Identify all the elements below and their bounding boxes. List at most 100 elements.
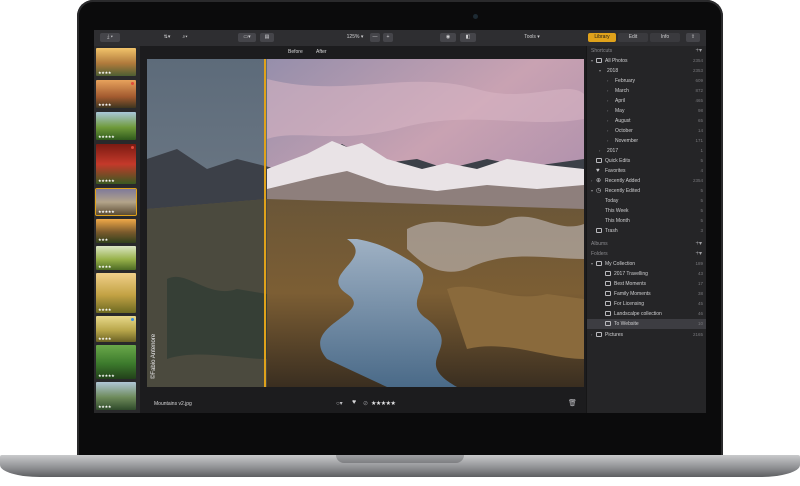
add-icon[interactable]: +▾ — [695, 46, 702, 56]
thumbnail[interactable]: ★★★★ — [96, 382, 136, 410]
sidebar-item-folder-selected[interactable]: To Website 10 — [587, 319, 706, 329]
sidebar-item-folder[interactable]: For Licensing 45 — [587, 299, 706, 309]
sidebar-item-this-week[interactable]: This Week 5 — [587, 206, 706, 216]
preview-button[interactable]: ◉ — [440, 33, 456, 42]
section-title: Folders — [591, 251, 608, 257]
sidebar-item-folder[interactable]: Landscalpe collection 46 — [587, 309, 706, 319]
sidebar-item-may[interactable]: › May 98 — [587, 106, 706, 116]
thumbnail-rating: ★★★★ — [98, 404, 112, 409]
sidebar-item-label: This Week — [605, 208, 629, 214]
sidebar-item-recently-edited[interactable]: ▾ ◷ Recently Edited 5 — [587, 186, 706, 196]
add-icon[interactable]: +▾ — [695, 249, 702, 259]
sidebar-item-recently-added[interactable]: › ⊕ Recently Added 2354 — [587, 176, 706, 186]
reject-icon[interactable]: ⊘ — [363, 400, 368, 407]
thumbnail[interactable]: ★★★★ — [96, 273, 136, 313]
before-after-divider[interactable] — [264, 59, 266, 387]
chevron-down-icon[interactable]: ▾ — [591, 259, 593, 269]
chevron-right-icon[interactable]: › — [599, 146, 600, 156]
split-view-button[interactable]: ◧ — [460, 33, 476, 42]
chevron-right-icon[interactable]: › — [607, 136, 608, 146]
sidebar-item-my-collection[interactable]: ▾ My Collection 189 — [587, 259, 706, 269]
item-count: 2165 — [692, 332, 703, 337]
chevron-right-icon[interactable]: › — [607, 76, 608, 86]
sidebar-item-2018[interactable]: ▾ 2018 2353 — [587, 66, 706, 76]
thumbnail[interactable]: ★★★★ — [96, 246, 136, 270]
flag-icon[interactable]: ○▾ — [336, 400, 343, 407]
photos-icon — [596, 58, 602, 63]
sidebar-item-august[interactable]: › August 65 — [587, 116, 706, 126]
sidebar-item-folder[interactable]: Family Moments 38 — [587, 289, 706, 299]
sidebar-item-today[interactable]: Today 5 — [587, 196, 706, 206]
sidebar-item-label: 2018 — [607, 68, 619, 74]
thumbnail[interactable]: ★★★★★ — [96, 144, 136, 184]
tab-library-label: Library — [594, 34, 610, 40]
folder-icon — [596, 332, 602, 337]
sidebar-item-trash[interactable]: Trash 3 — [587, 226, 706, 236]
add-icon[interactable]: +▾ — [695, 239, 702, 249]
sidebar-item-this-month[interactable]: This Month 5 — [587, 216, 706, 226]
sidebar-item-february[interactable]: › February 609 — [587, 76, 706, 86]
chevron-right-icon[interactable]: › — [607, 116, 608, 126]
sidebar-item-label: February — [615, 78, 636, 84]
favorite-heart-icon[interactable]: ♥ — [352, 399, 356, 406]
folder-icon — [605, 291, 611, 296]
chevron-right-icon[interactable]: › — [591, 330, 592, 340]
zoom-select[interactable]: 125% ▾ — [342, 33, 368, 42]
layout-button[interactable]: ▭▾ — [238, 33, 256, 42]
chevron-right-icon[interactable]: › — [591, 176, 592, 186]
item-count: 17 — [697, 281, 703, 286]
chevron-right-icon[interactable]: › — [607, 126, 608, 136]
sidebar-item-pictures[interactable]: › Pictures 2165 — [587, 330, 706, 340]
zoom-out-button[interactable]: — — [370, 33, 380, 42]
thumbnail[interactable]: ★★★★ — [96, 316, 136, 342]
thumbnail[interactable]: ★★★ — [96, 219, 136, 243]
zoom-level: 125% — [346, 34, 360, 40]
sidebar-item-folder[interactable]: 2017 Travelling 43 — [587, 269, 706, 279]
tools-menu[interactable]: Tools ▾ — [520, 33, 544, 42]
thumbnail-rating: ★★★★★ — [98, 178, 115, 183]
sidebar-item-label: May — [615, 108, 625, 114]
tab-edit[interactable]: Edit — [618, 33, 648, 42]
item-count: 189 — [695, 261, 703, 266]
sidebar-item-label: November — [615, 138, 639, 144]
thumbnail[interactable]: ★★★★ — [96, 48, 136, 76]
search-button[interactable]: ⌕▾ — [178, 33, 192, 42]
import-button[interactable]: ⤓ ▾ — [100, 33, 120, 42]
chevron-down-icon: ▾ — [359, 34, 364, 40]
chevron-down-icon[interactable]: ▾ — [591, 186, 593, 196]
chevron-right-icon[interactable]: › — [607, 86, 608, 96]
sidebar-item-all-photos[interactable]: ▾ All Photos 2354 — [587, 56, 706, 66]
sidebar-item-favorites[interactable]: ♥ Favorites 4 — [587, 166, 706, 176]
zoom-in-button[interactable]: + — [383, 33, 393, 42]
chevron-right-icon[interactable]: › — [607, 96, 608, 106]
sidebar-item-november[interactable]: › November 171 — [587, 136, 706, 146]
chevron-down-icon[interactable]: ▾ — [591, 56, 593, 66]
sidebar-item-folder[interactable]: Best Moments 17 — [587, 279, 706, 289]
base-notch — [336, 455, 464, 463]
item-count: 4 — [700, 168, 703, 173]
sidebar-item-march[interactable]: › March 872 — [587, 86, 706, 96]
sidebar-item-quick-edits[interactable]: Quick Edits 5 — [587, 156, 706, 166]
tab-info[interactable]: Info — [650, 33, 680, 42]
thumbnail[interactable]: ★★★★★ — [96, 345, 136, 379]
tab-library[interactable]: Library — [588, 33, 616, 42]
thumbnail[interactable]: ★★★★★ — [96, 112, 136, 140]
compare-button[interactable]: ▤ — [260, 33, 274, 42]
sidebar-item-april[interactable]: › April 465 — [587, 96, 706, 106]
zoom-out-label: — — [372, 34, 378, 40]
albums-header: Albums +▾ — [587, 239, 706, 249]
item-count: 2354 — [692, 178, 703, 183]
clock-plus-icon: ⊕ — [596, 178, 602, 184]
thumbnail-selected[interactable]: ★★★★★ — [95, 188, 137, 216]
thumbnail[interactable]: ★★★★ — [96, 80, 136, 108]
sort-button[interactable]: ⇅▾ — [160, 33, 174, 42]
main-photo[interactable]: ©Fabio Antenore — [147, 59, 584, 387]
chevron-down-icon[interactable]: ▾ — [599, 66, 601, 76]
landscape-image — [147, 59, 584, 387]
share-button[interactable]: ⇧ — [686, 33, 700, 42]
sidebar-item-2017[interactable]: › 2017 1 — [587, 146, 706, 156]
star-rating[interactable]: ★★★★★ — [371, 400, 396, 407]
chevron-right-icon[interactable]: › — [607, 106, 608, 116]
trash-icon[interactable]: 🗑 — [568, 399, 577, 407]
sidebar-item-october[interactable]: › October 14 — [587, 126, 706, 136]
